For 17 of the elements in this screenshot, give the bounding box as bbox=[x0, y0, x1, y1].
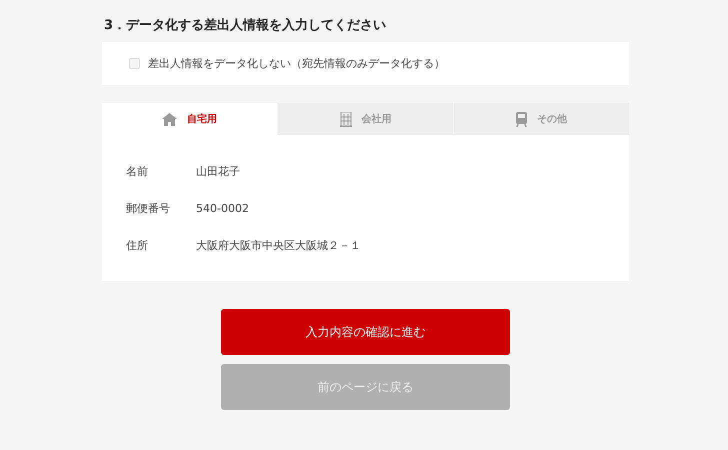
section-heading: 3．データ化する差出人情報を入力してください bbox=[104, 17, 388, 35]
field-label: 名前 bbox=[126, 165, 149, 179]
field-value: 大阪府大阪市中央区大阪城２－１ bbox=[196, 239, 361, 253]
tab[interactable]: 会社用 bbox=[278, 103, 453, 135]
building-icon bbox=[340, 112, 352, 126]
train-icon bbox=[516, 112, 527, 126]
field-value: 山田花子 bbox=[196, 165, 241, 179]
house-icon bbox=[162, 112, 177, 126]
field-value: 540-0002 bbox=[196, 202, 250, 216]
checkbox[interactable] bbox=[129, 58, 140, 69]
tab[interactable]: その他 bbox=[454, 103, 629, 135]
next-button[interactable]: 入力内容の確認に進む bbox=[221, 309, 510, 355]
checkbox-label: 差出人情報をデータ化しない（宛先情報のみデータ化する） bbox=[148, 56, 445, 71]
field-label: 住所 bbox=[126, 239, 149, 253]
back-button[interactable]: 前のページに戻る bbox=[221, 364, 510, 410]
tab[interactable]: 自宅用 bbox=[102, 103, 277, 135]
field-label: 郵便番号 bbox=[126, 202, 171, 216]
